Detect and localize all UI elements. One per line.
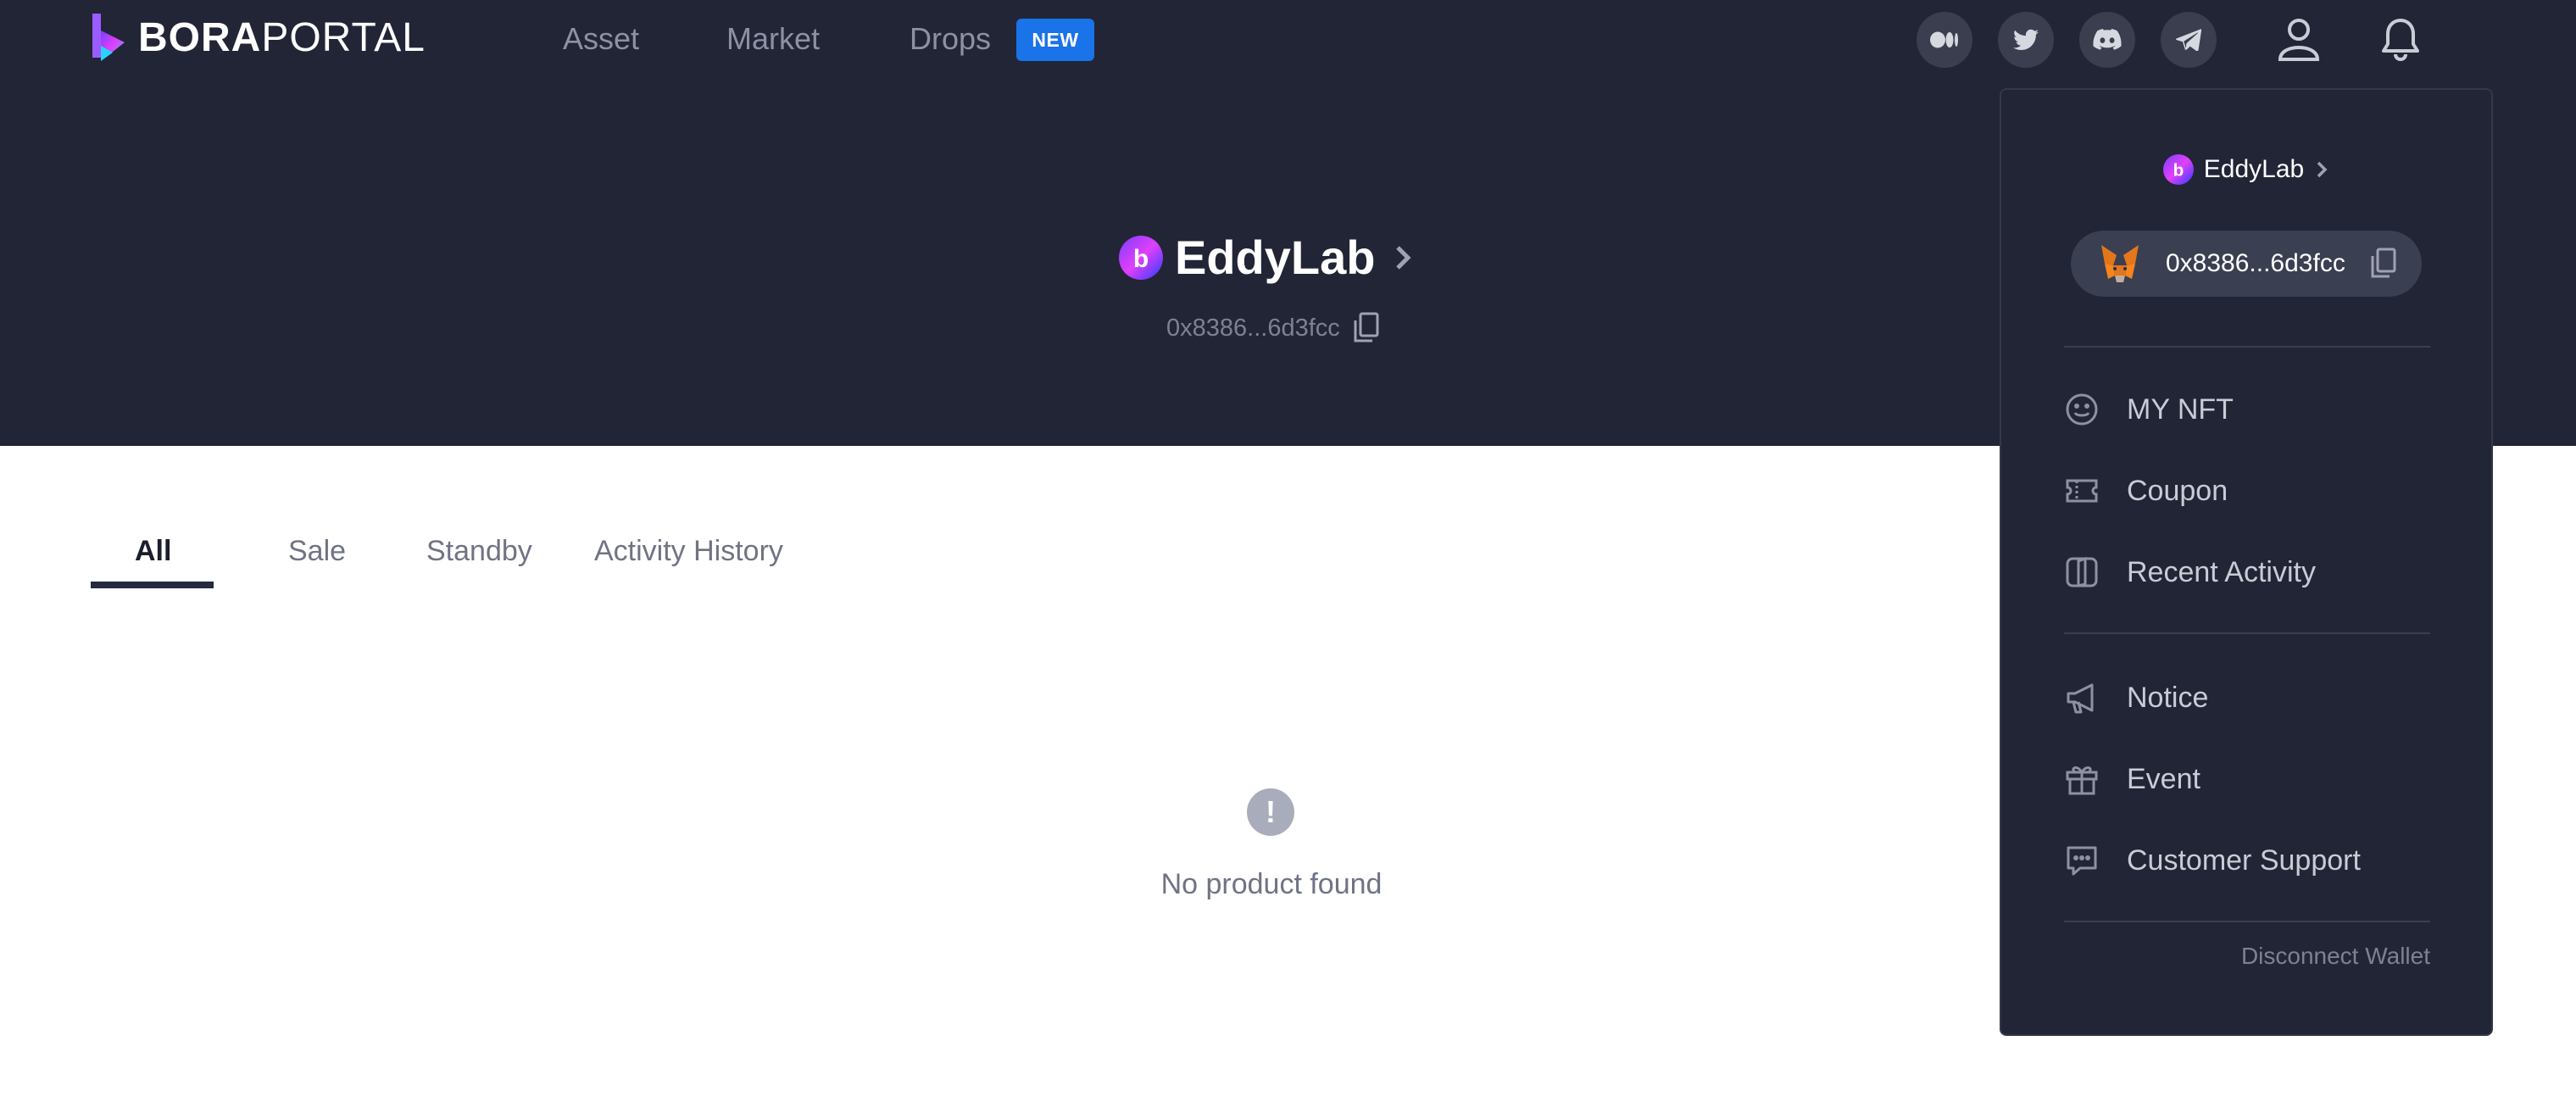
tab-standby[interactable]: Standby xyxy=(426,526,532,576)
profile-avatar: b xyxy=(1119,236,1163,280)
nav-drops[interactable]: Drops xyxy=(910,17,991,61)
bora-portal-logo[interactable]: BORAPORTAL xyxy=(91,12,426,64)
profile-name-row[interactable]: b EddyLab xyxy=(1119,227,1414,288)
divider xyxy=(2064,632,2430,634)
menu-item-label: Notice xyxy=(2127,681,2209,714)
empty-message: No product found xyxy=(1160,868,1383,900)
menu-item-label: MY NFT xyxy=(2127,392,2234,426)
menu-item-customer-support[interactable]: Customer Support xyxy=(2064,838,2361,883)
menu-item-label: Recent Activity xyxy=(2127,555,2316,588)
discord-icon[interactable] xyxy=(2079,12,2135,68)
chevron-right-icon xyxy=(1396,246,1412,270)
dropdown-user-name: EddyLab xyxy=(2203,155,2305,183)
svg-text:b: b xyxy=(2173,161,2184,181)
menu-item-my-nft[interactable]: MY NFT xyxy=(2064,387,2234,432)
bell-icon[interactable] xyxy=(2373,12,2429,68)
profile-name: EddyLab xyxy=(1175,231,1376,284)
megaphone-icon xyxy=(2064,680,2100,715)
menu-item-label: Customer Support xyxy=(2127,843,2361,877)
menu-item-label: Coupon xyxy=(2127,474,2228,507)
menu-item-label: Event xyxy=(2127,762,2200,795)
profile-address-text: 0x8386...6d3fcc xyxy=(1166,314,1340,342)
menu-item-notice[interactable]: Notice xyxy=(2064,675,2208,721)
logo-text: BORAPORTAL xyxy=(138,15,426,60)
book-icon xyxy=(2064,554,2100,590)
chat-bubble-icon xyxy=(2064,843,2100,878)
copy-icon[interactable] xyxy=(2369,248,2398,280)
user-avatar: b xyxy=(2162,154,2194,185)
gift-icon xyxy=(2064,761,2100,797)
copy-icon[interactable] xyxy=(1352,312,1381,344)
nav-asset[interactable]: Asset xyxy=(563,17,639,61)
logo-mark-icon xyxy=(92,14,125,61)
twitter-icon[interactable] xyxy=(1998,12,2054,68)
divider xyxy=(2064,346,2430,348)
tab-activity-history[interactable]: Activity History xyxy=(594,526,783,576)
nav-market[interactable]: Market xyxy=(726,17,820,61)
menu-item-event[interactable]: Event xyxy=(2064,756,2200,802)
menu-item-recent-activity[interactable]: Recent Activity xyxy=(2064,549,2316,595)
wallet-address-pill: 0x8386...6d3fcc xyxy=(2071,231,2422,297)
user-icon[interactable] xyxy=(2271,12,2327,68)
medium-icon[interactable] xyxy=(1917,12,1972,68)
disconnect-wallet-link[interactable]: Disconnect Wallet xyxy=(2241,943,2430,970)
menu-item-coupon[interactable]: Coupon xyxy=(2064,468,2228,514)
tab-active-indicator xyxy=(91,582,214,588)
telegram-icon[interactable] xyxy=(2161,12,2217,68)
wallet-address: 0x8386...6d3fcc xyxy=(2166,249,2345,277)
tab-all[interactable]: All xyxy=(135,526,171,576)
svg-text:b: b xyxy=(1133,245,1149,273)
divider xyxy=(2064,921,2430,922)
smile-icon xyxy=(2064,392,2100,427)
metamask-fox-icon xyxy=(2101,245,2139,282)
account-dropdown: b EddyLab 0x8386...6d3fcc MY NFT Coupon … xyxy=(2000,88,2493,1036)
chevron-right-icon xyxy=(2317,161,2328,178)
new-badge: NEW xyxy=(1016,19,1094,61)
tab-sale[interactable]: Sale xyxy=(288,526,346,576)
page: BORAPORTAL Asset Market Drops NEW b Eddy… xyxy=(0,0,2576,1119)
profile-address: 0x8386...6d3fcc xyxy=(1166,309,1381,348)
dropdown-user[interactable]: b EddyLab xyxy=(2001,146,2491,193)
ticket-icon xyxy=(2064,473,2100,509)
alert-icon: ! xyxy=(1247,788,1294,836)
